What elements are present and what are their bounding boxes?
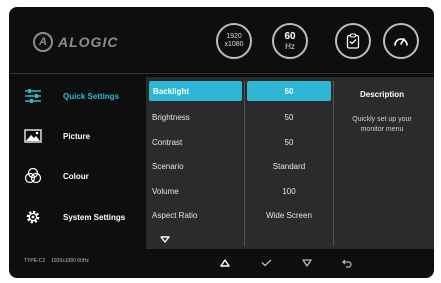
value-contrast[interactable]: 50 <box>247 130 331 155</box>
description-title: Description <box>359 90 404 99</box>
setting-labels-column: Backlight Brightness Contrast Scenario V… <box>149 81 242 228</box>
setting-backlight[interactable]: Backlight <box>149 81 242 101</box>
osd-window: A ALOGIC 1920 x1080 60 Hz Quick Settings… <box>9 7 434 278</box>
refresh-rate-indicator: 60 Hz <box>272 23 308 59</box>
picture-icon <box>23 126 43 146</box>
sidebar-item-colour[interactable]: Colour <box>23 165 89 187</box>
colour-icon <box>23 166 43 186</box>
value-brightness[interactable]: 50 <box>247 106 331 131</box>
brand-logo: A ALOGIC <box>33 32 118 52</box>
gauge-icon <box>394 38 408 46</box>
setting-scenario[interactable]: Scenario <box>149 155 242 180</box>
footer-status: TYPE-C2 1920x1080 60Hz <box>24 258 89 264</box>
down-arrow-icon[interactable] <box>300 256 314 270</box>
setting-values-column: 50 50 50 Standard 100 Wide Screen <box>247 81 331 228</box>
logo-mark: A <box>33 32 53 52</box>
resolution-width: 1920 <box>226 33 242 40</box>
resolution-height: x1080 <box>224 41 244 48</box>
value-scenario[interactable]: Standard <box>247 155 331 180</box>
back-icon[interactable] <box>340 256 354 270</box>
refresh-rate-unit: Hz <box>285 41 295 51</box>
clipboard-icon <box>346 33 360 49</box>
value-aspect-ratio[interactable]: Wide Screen <box>247 204 331 229</box>
setting-contrast[interactable]: Contrast <box>149 130 242 155</box>
sidebar-item-label: Quick Settings <box>63 91 120 101</box>
clipboard-indicator[interactable] <box>335 23 371 59</box>
sidebar-item-system-settings[interactable]: System Settings <box>23 206 125 228</box>
check-icon[interactable] <box>259 256 273 270</box>
speed-gauge-indicator[interactable] <box>383 23 419 59</box>
sliders-icon <box>23 86 43 106</box>
scroll-down-icon[interactable] <box>160 230 170 248</box>
value-backlight[interactable]: 50 <box>247 81 331 101</box>
input-source: TYPE-C2 <box>24 258 46 264</box>
value-volume[interactable]: 100 <box>247 179 331 204</box>
column-divider <box>244 81 245 246</box>
up-arrow-icon[interactable] <box>218 256 232 270</box>
description-text: Quickly set up your monitor menu <box>352 116 412 133</box>
sidebar-item-picture[interactable]: Picture <box>23 125 90 147</box>
setting-volume[interactable]: Volume <box>149 179 242 204</box>
setting-brightness[interactable]: Brightness <box>149 106 242 131</box>
sidebar-item-label: Colour <box>63 171 89 181</box>
description-box: Description Quickly set up your monitor … <box>332 90 432 135</box>
sidebar-item-label: Picture <box>63 131 91 141</box>
sidebar-item-label: System Settings <box>63 212 126 222</box>
gear-icon <box>23 207 43 227</box>
setting-aspect-ratio[interactable]: Aspect Ratio <box>149 204 242 229</box>
logo-text: ALOGIC <box>58 34 119 50</box>
header-divider <box>9 73 434 74</box>
display-mode: 1920x1080 60Hz <box>51 258 89 264</box>
resolution-indicator: 1920 x1080 <box>216 23 252 59</box>
refresh-rate-value: 60 <box>284 30 296 42</box>
sidebar-item-quick-settings[interactable]: Quick Settings <box>23 85 119 107</box>
